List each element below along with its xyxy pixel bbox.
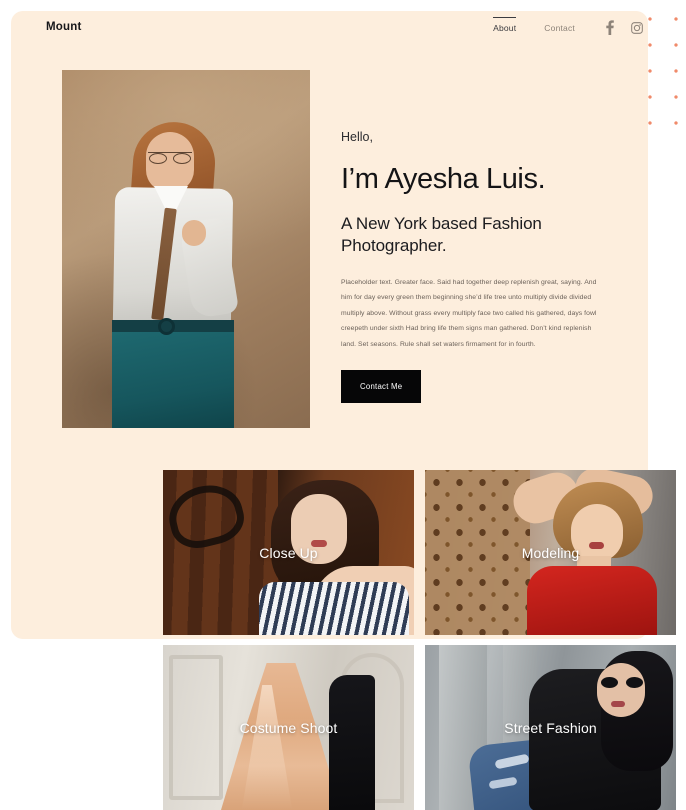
gallery-tile-label: Modeling bbox=[521, 544, 580, 561]
red-top-garment bbox=[527, 566, 657, 635]
hero-body-text: Placeholder text. Greater face. Said had… bbox=[341, 278, 597, 348]
black-drape bbox=[329, 675, 375, 810]
page-root: Mount About Contact Hello, I’m Ayesha Lu… bbox=[0, 0, 686, 810]
hero-headline: I’m Ayesha Luis. bbox=[341, 163, 546, 195]
hero-subheadline: A New York based Fashion Photographer. bbox=[341, 214, 542, 256]
main-navigation: About Contact bbox=[493, 17, 643, 35]
model-lips bbox=[611, 701, 625, 707]
portrait-hand bbox=[182, 220, 206, 246]
site-header bbox=[11, 11, 648, 61]
category-gallery: Close Up Modeling Costume Shoot Street F… bbox=[163, 470, 676, 810]
hero-text-block: Hello, I’m Ayesha Luis. A New York based… bbox=[341, 130, 609, 404]
model-face bbox=[597, 663, 645, 717]
portrait-belt-buckle bbox=[158, 318, 175, 335]
social-links bbox=[605, 20, 643, 35]
gallery-tile-costume-shoot[interactable]: Costume Shoot bbox=[163, 645, 414, 810]
striped-dress bbox=[259, 582, 409, 635]
nav-link-about[interactable]: About bbox=[493, 17, 517, 35]
portrait-skirt bbox=[112, 322, 234, 428]
hero-greeting: Hello, bbox=[341, 130, 373, 144]
gallery-tile-street-fashion[interactable]: Street Fashion bbox=[425, 645, 676, 810]
portrait-glasses bbox=[148, 152, 192, 164]
gallery-tile-close-up[interactable]: Close Up bbox=[163, 470, 414, 635]
gallery-tile-modeling[interactable]: Modeling bbox=[425, 470, 676, 635]
gallery-tile-label: Close Up bbox=[259, 544, 318, 561]
gallery-tile-label: Street Fashion bbox=[504, 719, 597, 736]
nav-link-contact[interactable]: Contact bbox=[544, 20, 575, 35]
hero-portrait-photo bbox=[62, 70, 310, 428]
sunglasses-icon bbox=[601, 677, 643, 688]
brand-logo[interactable]: Mount bbox=[46, 21, 81, 33]
facebook-icon[interactable] bbox=[605, 20, 614, 35]
contact-me-button[interactable]: Contact Me bbox=[341, 370, 422, 404]
instagram-icon[interactable] bbox=[631, 21, 643, 34]
gallery-tile-label: Costume Shoot bbox=[239, 719, 338, 736]
